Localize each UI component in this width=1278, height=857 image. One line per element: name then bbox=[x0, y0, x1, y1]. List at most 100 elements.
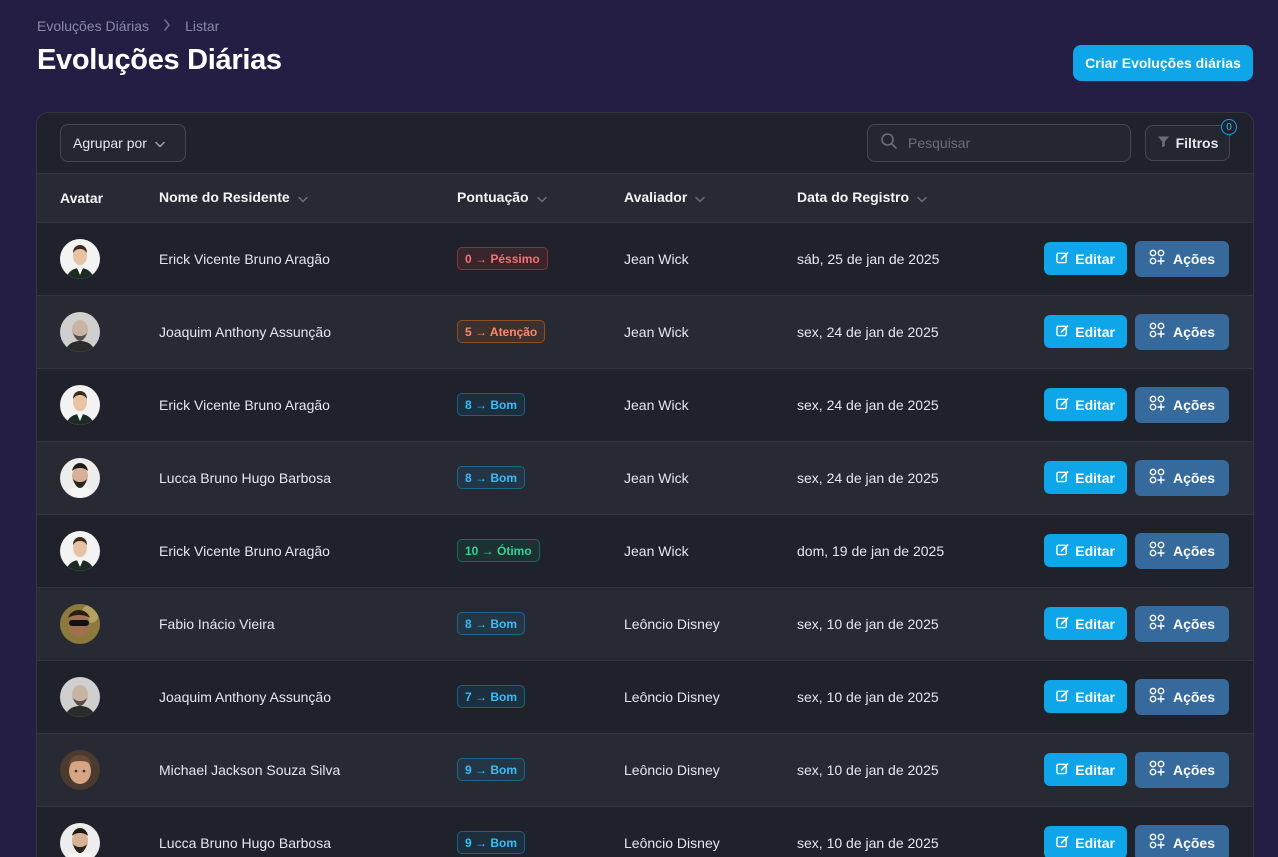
apps-icon bbox=[1149, 395, 1165, 414]
actions-button[interactable]: Ações bbox=[1134, 532, 1229, 569]
edit-label: Editar bbox=[1075, 323, 1115, 340]
actions-button[interactable]: Ações bbox=[1134, 459, 1229, 496]
edit-button[interactable]: Editar bbox=[1044, 826, 1127, 857]
record-date: dom, 19 de jan de 2025 bbox=[797, 542, 945, 559]
table-row[interactable]: Joaquim Anthony Assunção 5 → Atenção Jean … bbox=[37, 295, 1253, 368]
table-row[interactable]: Erick Vicente Bruno Aragão 10 → Ótimo Jean… bbox=[37, 514, 1253, 587]
actions-label: Ações bbox=[1172, 761, 1215, 778]
page-title: Evoluções Diárias bbox=[37, 44, 282, 76]
actions-cell: Editar Ações bbox=[1004, 368, 1253, 441]
resident-name: Joaquim Anthony Assunção bbox=[159, 323, 332, 340]
avatar-cell bbox=[37, 660, 136, 733]
edit-label: Editar bbox=[1075, 615, 1115, 632]
actions-button[interactable]: Ações bbox=[1134, 751, 1229, 788]
search-input[interactable] bbox=[908, 135, 1108, 151]
sort-icon[interactable] bbox=[917, 190, 927, 206]
avatar bbox=[60, 238, 100, 279]
avatar-cell bbox=[37, 441, 136, 514]
table-row[interactable]: Lucca Bruno Hugo Barbosa 9 → Bom Leôncio D… bbox=[37, 806, 1253, 857]
table-row[interactable]: Fabio Inácio Vieira 8 → Bom Leôncio Disney… bbox=[37, 587, 1253, 660]
record-date: sex, 10 de jan de 2025 bbox=[797, 688, 939, 705]
sort-icon[interactable] bbox=[536, 190, 547, 206]
score-badge: 9 → Bom bbox=[457, 758, 526, 781]
filter-button[interactable]: Filtros bbox=[1145, 125, 1230, 161]
score-cell: 8 → Bom bbox=[434, 441, 601, 514]
edit-button[interactable]: Editar bbox=[1044, 461, 1127, 494]
avatar bbox=[60, 676, 100, 717]
actions-button[interactable]: Ações bbox=[1134, 386, 1229, 423]
avatar-cell bbox=[37, 295, 136, 368]
column-header-score[interactable]: Pontuação bbox=[434, 174, 601, 222]
edit-label: Editar bbox=[1075, 761, 1115, 778]
actions-button[interactable]: Ações bbox=[1134, 605, 1229, 642]
resident-name: Lucca Bruno Hugo Barbosa bbox=[159, 469, 331, 486]
table-row[interactable]: Joaquim Anthony Assunção 7 → Bom Leôncio D… bbox=[37, 660, 1253, 733]
table-toolbar: Agrupar por Filtros 0 bbox=[37, 113, 1253, 174]
column-header-name[interactable]: Nome do Residente bbox=[136, 174, 434, 222]
score-badge: 8 → Bom bbox=[457, 466, 526, 489]
actions-label: Ações bbox=[1172, 542, 1215, 559]
resident-name: Michael Jackson Souza Silva bbox=[159, 761, 341, 778]
table-row[interactable]: Michael Jackson Souza Silva 9 → Bom Leônci… bbox=[37, 733, 1253, 806]
apps-icon bbox=[1149, 833, 1165, 852]
avatar-cell bbox=[37, 514, 136, 587]
apps-icon bbox=[1149, 249, 1165, 268]
record-date: sáb, 25 de jan de 2025 bbox=[797, 250, 940, 267]
edit-button[interactable]: Editar bbox=[1044, 534, 1127, 567]
evaluator-name: Jean Wick bbox=[624, 396, 689, 413]
table-row[interactable]: Erick Vicente Bruno Aragão 8 → Bom Jean Wi… bbox=[37, 368, 1253, 441]
score-cell: 7 → Bom bbox=[434, 660, 601, 733]
actions-button[interactable]: Ações bbox=[1134, 678, 1229, 715]
edit-icon bbox=[1056, 616, 1069, 632]
resident-name: Erick Vicente Bruno Aragão bbox=[159, 250, 330, 267]
evaluator-name: Jean Wick bbox=[624, 469, 689, 486]
evaluator-name: Leôncio Disney bbox=[624, 688, 720, 705]
column-header-date[interactable]: Data do Registro bbox=[774, 174, 1004, 222]
actions-label: Ações bbox=[1172, 323, 1215, 340]
filter-count-badge: 0 bbox=[1221, 119, 1237, 135]
edit-label: Editar bbox=[1075, 469, 1115, 486]
actions-cell: Editar Ações bbox=[1004, 514, 1253, 587]
actions-cell: Editar Ações bbox=[1004, 295, 1253, 368]
sort-icon[interactable] bbox=[695, 190, 706, 206]
record-date: sex, 10 de jan de 2025 bbox=[797, 834, 939, 851]
apps-icon bbox=[1149, 468, 1165, 487]
evaluator-name: Jean Wick bbox=[624, 323, 689, 340]
edit-button[interactable]: Editar bbox=[1044, 242, 1127, 275]
group-by-label: Agrupar por bbox=[73, 135, 147, 151]
apps-icon bbox=[1149, 322, 1165, 341]
edit-button[interactable]: Editar bbox=[1044, 607, 1127, 640]
breadcrumb-parent[interactable]: Evoluções Diárias bbox=[37, 18, 149, 34]
apps-icon bbox=[1149, 760, 1165, 779]
avatar bbox=[60, 603, 100, 644]
table-row[interactable]: Lucca Bruno Hugo Barbosa 8 → Bom Jean Wick… bbox=[37, 441, 1253, 514]
actions-button[interactable]: Ações bbox=[1134, 240, 1229, 277]
funnel-icon bbox=[1157, 135, 1170, 151]
create-button[interactable]: Criar Evoluções diárias bbox=[1073, 45, 1253, 81]
edit-button[interactable]: Editar bbox=[1044, 315, 1127, 348]
group-by-button[interactable]: Agrupar por bbox=[60, 124, 186, 162]
edit-icon bbox=[1056, 762, 1069, 778]
edit-button[interactable]: Editar bbox=[1044, 753, 1127, 786]
edit-button[interactable]: Editar bbox=[1044, 680, 1127, 713]
table-row[interactable]: Erick Vicente Bruno Aragão 0 → Péssimo Jea… bbox=[37, 222, 1253, 295]
avatar bbox=[60, 384, 100, 425]
avatar-cell bbox=[37, 806, 136, 857]
actions-cell: Editar Ações bbox=[1004, 660, 1253, 733]
score-badge: 5 → Atenção bbox=[457, 320, 546, 343]
evaluator-name: Leôncio Disney bbox=[624, 834, 720, 851]
avatar-cell bbox=[37, 733, 136, 806]
record-date: sex, 24 de jan de 2025 bbox=[797, 396, 939, 413]
actions-label: Ações bbox=[1172, 396, 1215, 413]
actions-cell: Editar Ações bbox=[1004, 441, 1253, 514]
sort-icon[interactable] bbox=[297, 190, 308, 206]
actions-button[interactable]: Ações bbox=[1134, 824, 1229, 857]
evaluator-name: Jean Wick bbox=[624, 542, 689, 559]
evaluator-name: Jean Wick bbox=[624, 250, 689, 267]
actions-cell: Editar Ações bbox=[1004, 806, 1253, 857]
actions-button[interactable]: Ações bbox=[1134, 313, 1229, 350]
column-header-evaluator[interactable]: Avaliador bbox=[601, 174, 774, 222]
apps-icon bbox=[1149, 614, 1165, 633]
edit-button[interactable]: Editar bbox=[1044, 388, 1127, 421]
score-cell: 9 → Bom bbox=[434, 806, 601, 857]
